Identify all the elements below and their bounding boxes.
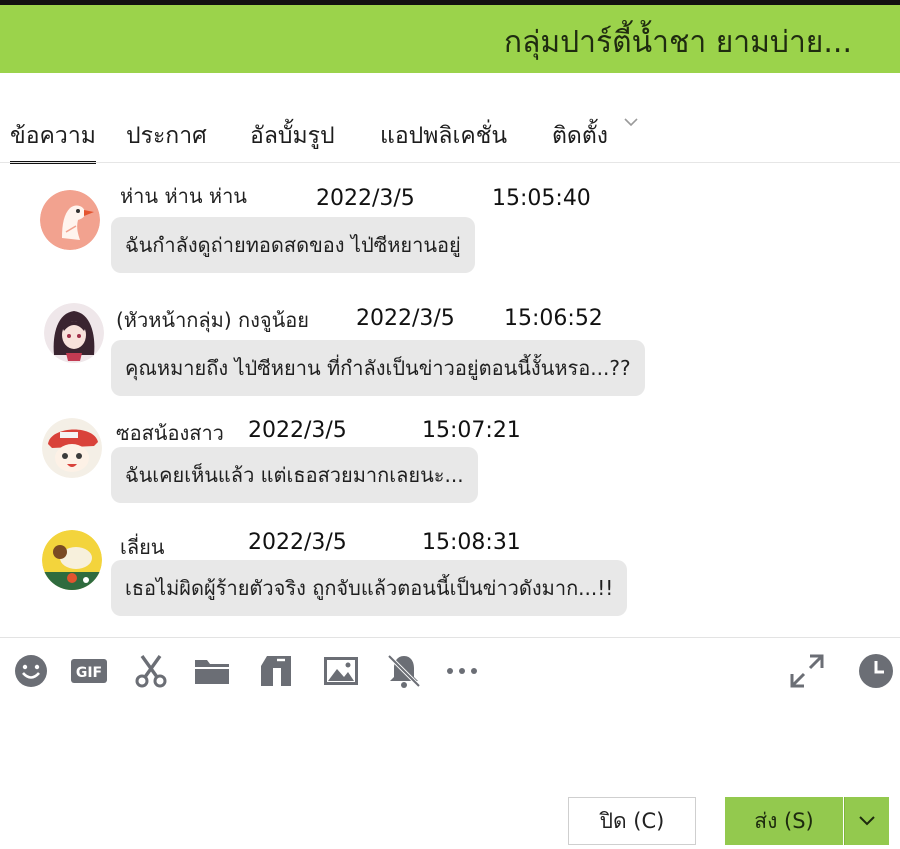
message-time: 15:07:21 [422,418,521,443]
sender-name: ห่าน ห่าน ห่าน [120,184,247,208]
tab-bar: ข้อความ ประกาศ อัลบั้มรูป แอปพลิเคชั่น ต… [0,100,900,164]
message-date: 2022/3/5 [316,186,415,211]
scissors-icon[interactable] [132,652,170,690]
mute-bell-icon[interactable] [385,652,423,690]
tab-album[interactable]: อัลบั้มรูป [250,118,335,154]
sender-name: (หัวหน้ากลุ่ม) กงจูน้อย [116,308,310,332]
chevron-down-icon[interactable] [624,114,638,128]
message-bubble: คุณหมายถึง ไป่ซีหยาน ที่กำลังเป็นข่าวอยู… [111,340,645,396]
image-icon[interactable] [322,652,360,690]
cartoon-animal-avatar[interactable] [42,530,102,590]
message-time: 15:08:31 [422,530,521,555]
tab-applications[interactable]: แอปพลิเคชั่น [380,118,507,154]
sender-name: ซอสน้องสาว [116,421,224,445]
title-bar: กลุ่มปาร์ตี้น้ำชา ยามบ่าย... [0,5,900,73]
toolbar-divider [0,637,900,638]
message-time: 15:06:52 [504,306,603,331]
history-clock-icon[interactable] [857,652,895,690]
message-time: 15:05:40 [492,186,591,211]
gif-icon[interactable]: GIF [70,652,108,690]
emoji-icon[interactable] [12,652,50,690]
send-button[interactable]: ส่ง (S) [725,797,843,845]
tab-announcements[interactable]: ประกาศ [126,118,207,154]
anime-girl-avatar[interactable] [44,303,104,363]
goose-avatar[interactable] [40,190,100,250]
message-bubble: ฉันกำลังดูถ่ายทอดสดของ ไป่ซีหยานอยู่ [111,217,475,273]
close-button[interactable]: ปิด (C) [568,797,696,845]
group-title: กลุ่มปาร์ตี้น้ำชา ยามบ่าย... [503,25,852,60]
message-bubble: เธอไม่ผิดผู้ร้ายตัวจริง ถูกจับแล้วตอนนี้… [111,560,628,616]
more-icon[interactable] [443,652,481,690]
tab-settings[interactable]: ติดตั้ง [552,118,608,154]
svg-text:GIF: GIF [76,665,102,681]
message-date: 2022/3/5 [356,306,455,331]
sender-name: เลี่ยน [120,535,165,559]
message-date: 2022/3/5 [248,530,347,555]
message-bubble: ฉันเคยเห็นแล้ว แต่เธอสวยมากเลยนะ... [111,447,478,503]
expand-icon[interactable] [788,652,826,690]
shake-icon[interactable] [257,652,295,690]
tab-divider [0,162,900,163]
red-hat-girl-avatar[interactable] [42,418,102,478]
message-date: 2022/3/5 [248,418,347,443]
tab-messages[interactable]: ข้อความ [10,118,96,164]
folder-icon[interactable] [193,652,231,690]
send-options-chevron-icon[interactable] [844,797,889,845]
